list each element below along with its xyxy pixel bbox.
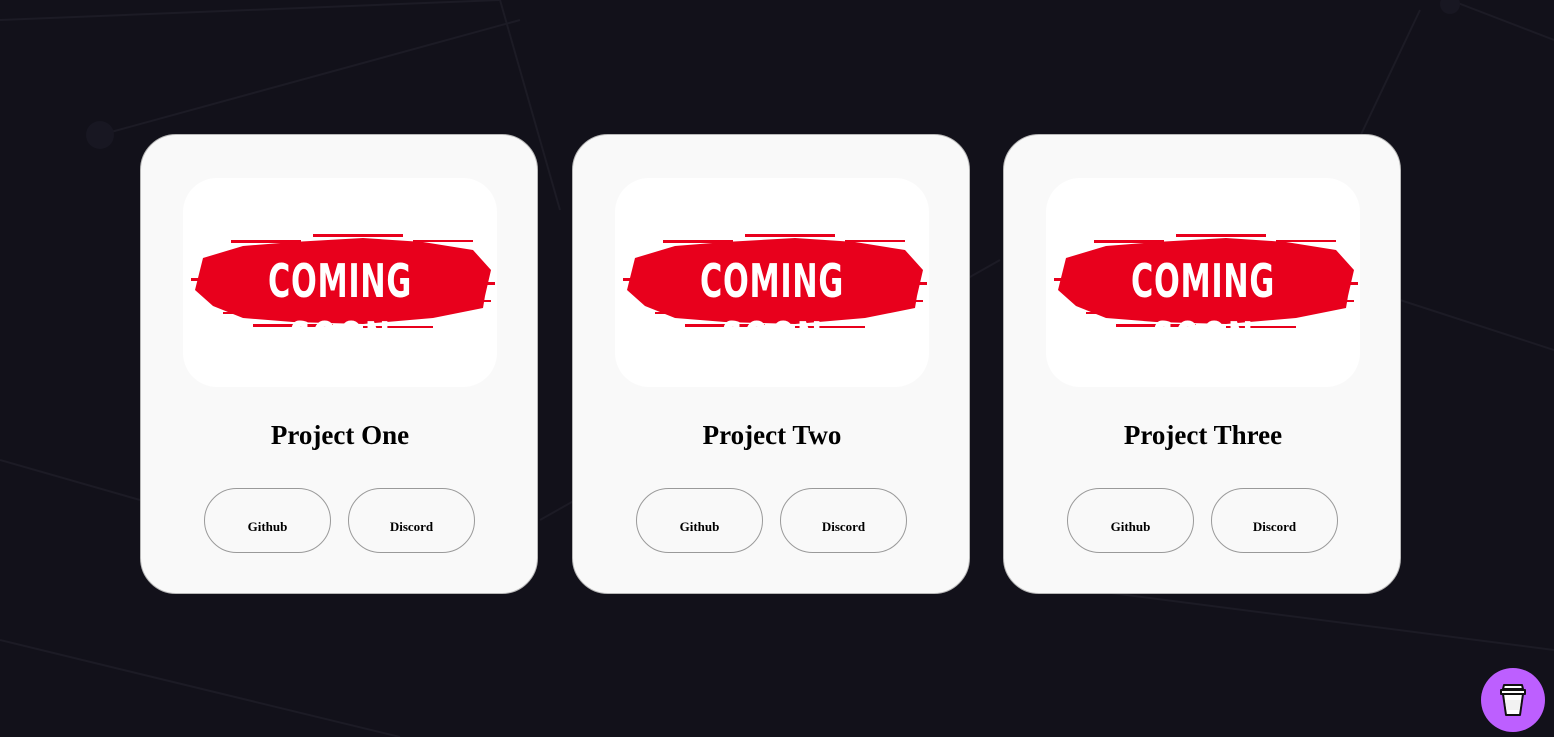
discord-button[interactable]: Discord <box>780 488 907 553</box>
project-title: Project Two <box>702 420 842 450</box>
project-image: COMING SOON <box>183 178 497 387</box>
project-title: Project One <box>270 420 410 450</box>
project-card: COMING SOON Project Two Github Discord <box>572 134 970 594</box>
project-image: COMING SOON <box>1046 178 1360 387</box>
project-title: Project Three <box>1123 420 1283 450</box>
coming-soon-text: COMING SOON <box>268 254 412 366</box>
project-card: COMING SOON Project One Github Discord <box>140 134 538 594</box>
project-image: COMING SOON <box>615 178 929 387</box>
github-button[interactable]: Github <box>1067 488 1194 553</box>
coffee-cup-icon <box>1500 684 1526 716</box>
coming-soon-text: COMING SOON <box>700 254 844 366</box>
projects-grid: COMING SOON Project One Github Discord C… <box>0 0 1554 737</box>
project-card: COMING SOON Project Three Github Discord <box>1003 134 1401 594</box>
github-button[interactable]: Github <box>204 488 331 553</box>
github-button[interactable]: Github <box>636 488 763 553</box>
buy-me-a-coffee-button[interactable] <box>1481 668 1545 732</box>
discord-button[interactable]: Discord <box>348 488 475 553</box>
discord-button[interactable]: Discord <box>1211 488 1338 553</box>
coming-soon-text: COMING SOON <box>1131 254 1275 366</box>
